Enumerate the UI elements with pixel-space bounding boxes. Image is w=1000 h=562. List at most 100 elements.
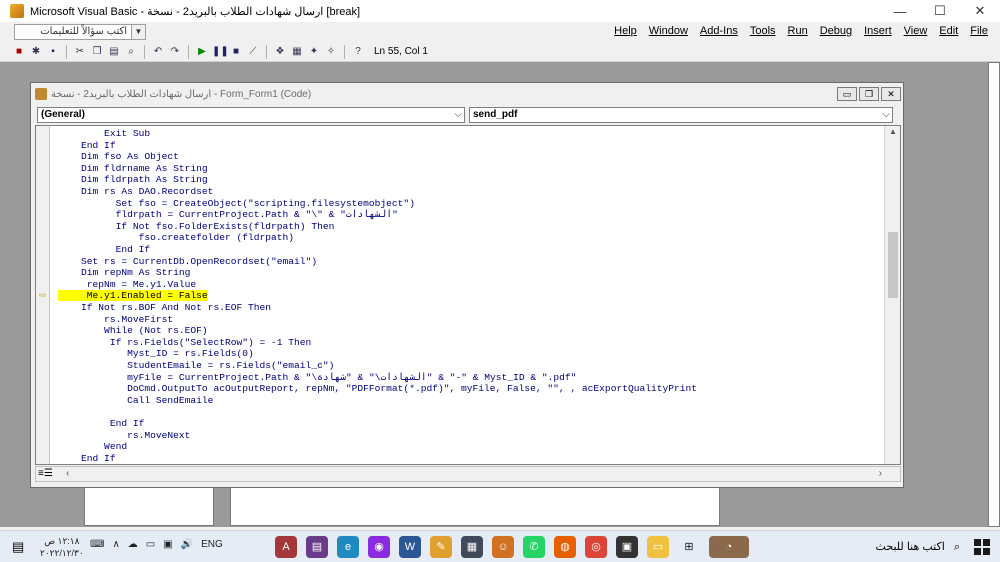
reset-icon[interactable]: ■ bbox=[229, 45, 243, 59]
undo-icon[interactable]: ↶ bbox=[151, 45, 165, 59]
help-icon[interactable]: ? bbox=[351, 45, 365, 59]
scroll-right-icon[interactable]: › bbox=[879, 468, 882, 479]
minimize-button[interactable]: — bbox=[880, 0, 920, 22]
task-view-icon[interactable]: ⊞ bbox=[678, 536, 700, 558]
code-line[interactable]: End If bbox=[58, 244, 151, 256]
chevron-down-icon[interactable]: ▼ bbox=[131, 25, 145, 39]
cut-icon[interactable]: ✂ bbox=[73, 45, 87, 59]
current-execution-line[interactable]: Me.y1.Enabled = False bbox=[58, 290, 208, 302]
code-line[interactable]: Myst_ID = rs.Fields(0) bbox=[58, 348, 254, 360]
calculator-app-icon[interactable]: ▦ bbox=[461, 536, 483, 558]
maximize-button[interactable]: ☐ bbox=[920, 0, 960, 22]
code-line[interactable]: Dim fso As Object bbox=[58, 151, 179, 163]
code-line[interactable]: If Not rs.BOF And Not rs.EOF Then bbox=[58, 302, 271, 314]
code-line[interactable]: Dim fldrpath As String bbox=[58, 174, 208, 186]
cortana-character-icon[interactable]: ◔ bbox=[709, 536, 749, 558]
code-window-minimize-button[interactable]: ▭ bbox=[837, 87, 857, 101]
game-app-icon[interactable]: ☺ bbox=[492, 536, 514, 558]
paste-icon[interactable]: ▤ bbox=[107, 45, 121, 59]
chevron-down-icon[interactable]: ⌵ bbox=[882, 108, 890, 122]
whatsapp-app-icon[interactable]: ✆ bbox=[523, 536, 545, 558]
menu-item-edit[interactable]: Edit bbox=[939, 25, 958, 37]
volume-icon[interactable]: 🔊 bbox=[181, 539, 193, 550]
code-line[interactable]: End If bbox=[58, 453, 116, 464]
code-line[interactable]: Set fso = CreateObject("scripting.filesy… bbox=[58, 198, 415, 210]
code-line[interactable]: If rs.Fields("SelectRow") = -1 Then bbox=[58, 337, 312, 349]
object-combo[interactable]: (General) ⌵ bbox=[37, 107, 465, 123]
code-window-restore-button[interactable]: ❐ bbox=[859, 87, 879, 101]
copy-icon[interactable]: ❐ bbox=[90, 45, 104, 59]
code-line[interactable]: Wend bbox=[58, 441, 127, 453]
scroll-thumb[interactable] bbox=[888, 232, 898, 298]
ask-question-input[interactable]: اكتب سؤالاً للتعليمات ▼ bbox=[14, 24, 146, 40]
code-line[interactable]: Dim repNm As String bbox=[58, 267, 190, 279]
battery-icon[interactable]: ▭ bbox=[146, 539, 155, 550]
code-line[interactable]: If Not fso.FolderExists(fldrpath) Then bbox=[58, 221, 335, 233]
code-line[interactable]: repNm = Me.y1.Value bbox=[58, 279, 196, 291]
toolbox-icon[interactable]: ✧ bbox=[324, 45, 338, 59]
store-app-icon[interactable]: ▣ bbox=[616, 536, 638, 558]
chrome-app-icon[interactable]: ◎ bbox=[585, 536, 607, 558]
code-line[interactable]: Set rs = CurrentDb.OpenRecordset("email"… bbox=[58, 256, 317, 268]
code-line[interactable]: Exit Sub bbox=[58, 128, 150, 140]
code-line[interactable]: End If bbox=[58, 418, 145, 430]
notifications-icon[interactable]: ▤ bbox=[12, 539, 24, 555]
menu-item-file[interactable]: File bbox=[970, 25, 988, 37]
code-window-close-button[interactable]: ✕ bbox=[881, 87, 901, 101]
code-line[interactable]: DoCmd.OutputTo acOutputReport, repNm, "P… bbox=[58, 383, 697, 395]
file-explorer-app-icon[interactable]: ▭ bbox=[647, 536, 669, 558]
redo-icon[interactable]: ↷ bbox=[168, 45, 182, 59]
object-browser-icon[interactable]: ✦ bbox=[307, 45, 321, 59]
menu-item-view[interactable]: View bbox=[904, 25, 928, 37]
windows-start-icon[interactable] bbox=[974, 539, 990, 555]
code-line[interactable]: fldrpath = CurrentProject.Path & "\" & "… bbox=[58, 209, 398, 221]
onedrive-icon[interactable]: ☁ bbox=[128, 539, 138, 550]
project-explorer-icon[interactable]: ❖ bbox=[273, 45, 287, 59]
code-line[interactable]: myFile = CurrentProject.Path & "\الشهادا… bbox=[58, 372, 576, 384]
menu-item-debug[interactable]: Debug bbox=[820, 25, 852, 37]
code-line[interactable]: While (Not rs.EOF) bbox=[58, 325, 208, 337]
code-line[interactable]: StudentEmaile = rs.Fields("email_c") bbox=[58, 360, 334, 372]
code-line[interactable]: Dim rs As DAO.Recordset bbox=[58, 186, 213, 198]
word-app-icon[interactable]: W bbox=[399, 536, 421, 558]
clock[interactable]: ١٢:١٨ ص ٢٠٢٢/١٢/٣٠ bbox=[40, 535, 84, 559]
chevron-down-icon[interactable]: ⌵ bbox=[454, 108, 462, 122]
code-lines[interactable]: Exit Sub End If Dim fso As Object Dim fl… bbox=[58, 126, 884, 464]
code-line[interactable]: rs.MoveFirst bbox=[58, 314, 173, 326]
menu-item-insert[interactable]: Insert bbox=[864, 25, 892, 37]
code-line[interactable]: fso.createfolder (fldrpath) bbox=[58, 232, 294, 244]
design-mode-icon[interactable]: ⟋ bbox=[246, 45, 260, 59]
menu-item-help[interactable]: Help bbox=[614, 25, 637, 37]
code-line[interactable]: End If bbox=[58, 140, 116, 152]
language-indicator[interactable]: ENG bbox=[201, 539, 223, 550]
insert-module-icon[interactable]: ✱ bbox=[29, 45, 43, 59]
show-hidden-icons-icon[interactable]: ∧ bbox=[112, 539, 119, 550]
menu-item-window[interactable]: Window bbox=[649, 25, 688, 37]
procedure-view-icon[interactable]: ≡☰ bbox=[38, 468, 53, 479]
code-line[interactable]: Dim fldrname As String bbox=[58, 163, 208, 175]
access-app-icon[interactable]: A bbox=[275, 536, 297, 558]
keyboard-icon[interactable]: ⌨ bbox=[90, 539, 104, 550]
screen-recorder-app-icon[interactable]: ◉ bbox=[368, 536, 390, 558]
save-icon[interactable]: ▪ bbox=[46, 45, 60, 59]
run-icon[interactable]: ▶ bbox=[195, 45, 209, 59]
taskbar-search[interactable]: اكتب هنا للبحث ⌕ bbox=[850, 537, 960, 557]
properties-icon[interactable]: ▦ bbox=[290, 45, 304, 59]
menu-item-add-ins[interactable]: Add-Ins bbox=[700, 25, 738, 37]
network-icon[interactable]: ▣ bbox=[163, 539, 172, 550]
edge-app-icon[interactable]: e bbox=[337, 536, 359, 558]
winrar-app-icon[interactable]: ▤ bbox=[306, 536, 328, 558]
paint-app-icon[interactable]: ✎ bbox=[430, 536, 452, 558]
code-line[interactable]: rs.MoveNext bbox=[58, 430, 190, 442]
code-editor[interactable]: ⇨ Exit Sub End If Dim fso As Object Dim … bbox=[35, 125, 901, 465]
breakpoint-margin[interactable]: ⇨ bbox=[36, 126, 50, 464]
close-button[interactable]: ✕ bbox=[960, 0, 1000, 22]
menu-item-tools[interactable]: Tools bbox=[750, 25, 776, 37]
firefox-app-icon[interactable]: ◍ bbox=[554, 536, 576, 558]
view-access-icon[interactable]: ■ bbox=[12, 45, 26, 59]
menu-item-run[interactable]: Run bbox=[788, 25, 808, 37]
code-line[interactable]: Call SendEmaile bbox=[58, 395, 213, 407]
procedure-combo[interactable]: send_pdf ⌵ bbox=[469, 107, 893, 123]
vertical-scrollbar[interactable]: ▲ bbox=[884, 126, 900, 464]
scroll-left-icon[interactable]: ‹ bbox=[66, 468, 69, 479]
